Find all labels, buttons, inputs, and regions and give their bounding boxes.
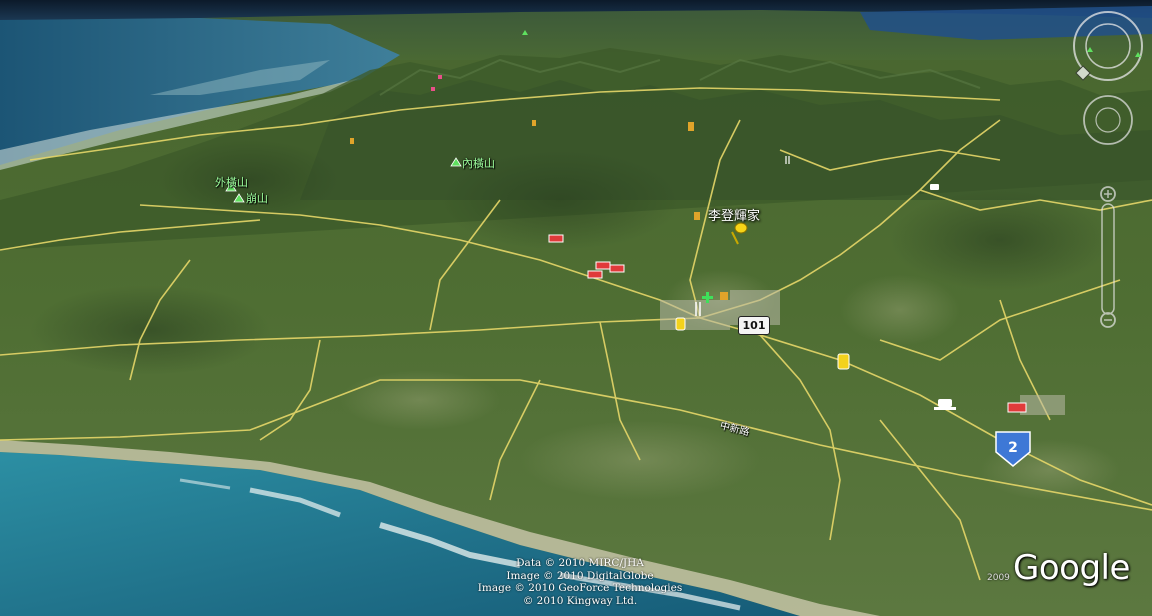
placemark-label-li-residence[interactable]: 李登輝家 xyxy=(708,205,760,224)
imagery-attribution: Data © 2010 MIRC/JHA Image © 2010 Digita… xyxy=(455,557,705,607)
cafe-icon[interactable] xyxy=(930,184,939,190)
highway-sign-101[interactable]: 101 xyxy=(738,316,770,335)
hotel-icon[interactable] xyxy=(548,234,564,243)
gas-station-icon[interactable] xyxy=(675,317,686,331)
attribution-line: © 2010 Kingway Ltd. xyxy=(522,594,638,607)
imagery-year: 2009 xyxy=(987,573,1010,583)
gas-station-icon[interactable] xyxy=(837,353,850,370)
highway-sign-2-label: 2 xyxy=(1008,440,1018,456)
attribution-line: Data © 2010 MIRC/JHA xyxy=(516,557,644,569)
attribution-line: Image © 2010 GeoForce Technologies xyxy=(477,582,683,594)
earth-viewport[interactable]: 李登輝家 外橫山 內橫山 崩山 中新路 101 2 Data © 2010 MI… xyxy=(0,0,1152,616)
peak-label-south[interactable]: 崩山 xyxy=(246,190,268,206)
terrain-imagery[interactable] xyxy=(0,0,1152,616)
google-logo: Google xyxy=(1013,548,1130,588)
hotel-icon[interactable] xyxy=(1007,402,1027,413)
peak-label-inner[interactable]: 內橫山 xyxy=(462,155,495,171)
attribution-line: Image © 2010 DigitalGlobe xyxy=(506,569,654,582)
peak-label-outer[interactable]: 外橫山 xyxy=(215,174,248,190)
